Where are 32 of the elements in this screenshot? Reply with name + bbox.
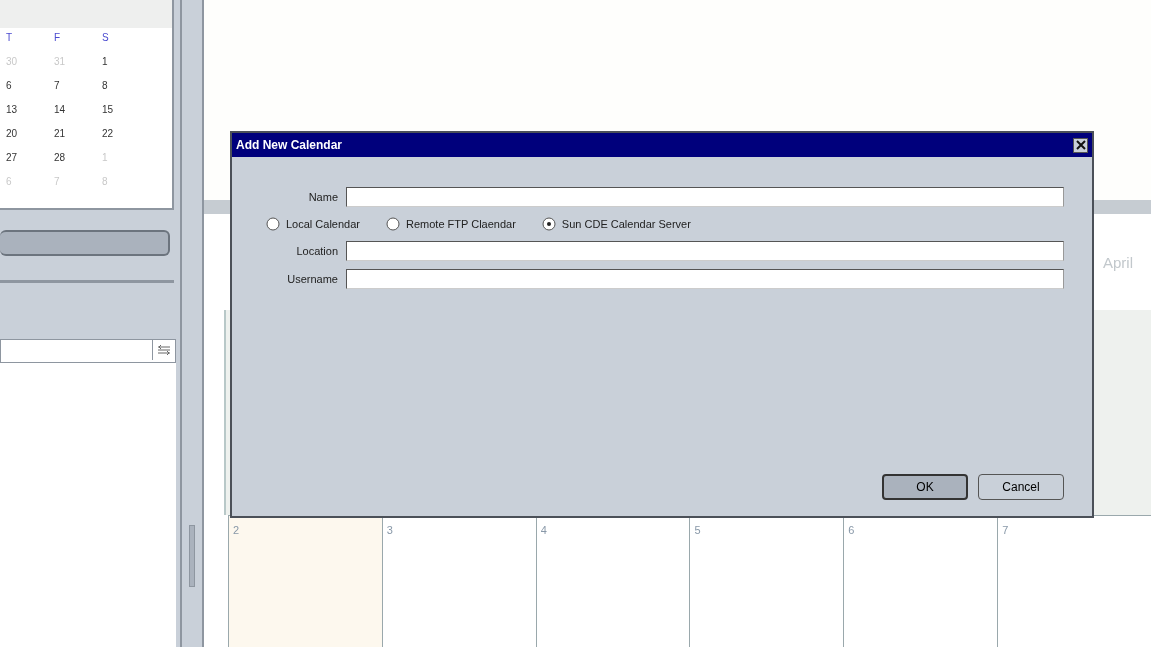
weekday-label: T bbox=[6, 32, 14, 43]
close-button[interactable] bbox=[1073, 137, 1088, 153]
date-cell[interactable]: 15 bbox=[102, 104, 150, 115]
date-cell[interactable]: 14 bbox=[54, 104, 102, 115]
close-icon bbox=[1075, 140, 1086, 150]
date-cell[interactable]: 20 bbox=[6, 128, 54, 139]
date-cell[interactable]: 22 bbox=[102, 128, 150, 139]
date-cell[interactable]: 13 bbox=[6, 104, 54, 115]
weekday-label: S bbox=[102, 32, 110, 43]
date-cell[interactable]: 1 bbox=[102, 56, 150, 67]
location-field[interactable] bbox=[346, 241, 1064, 261]
radio-option[interactable]: Sun CDE Calendar Server bbox=[541, 217, 691, 231]
date-cell[interactable]: 7 bbox=[54, 80, 102, 91]
list-options-icon[interactable] bbox=[157, 344, 171, 356]
name-field[interactable] bbox=[346, 187, 1064, 207]
radio-option[interactable]: Local Calendar bbox=[266, 217, 360, 231]
splitter-grip[interactable] bbox=[189, 525, 195, 587]
date-cell[interactable]: 27 bbox=[6, 152, 54, 163]
dialog-button[interactable]: Cancel bbox=[978, 474, 1064, 500]
dialog-title: Add New Calendar bbox=[236, 138, 343, 152]
field-label: Username bbox=[286, 273, 338, 285]
date-cell[interactable]: 21 bbox=[54, 128, 102, 139]
month-label: April bbox=[1103, 253, 1133, 271]
field-label: Location bbox=[295, 245, 338, 257]
weekday-label: F bbox=[54, 32, 62, 43]
date-cell[interactable]: 6 bbox=[6, 80, 54, 91]
radio-option[interactable]: Remote FTP Claendar bbox=[386, 217, 516, 231]
username-field[interactable] bbox=[346, 269, 1064, 289]
date-cell[interactable]: 8 bbox=[102, 80, 150, 91]
field-label: Name bbox=[307, 191, 338, 203]
dialog-button[interactable]: OK bbox=[882, 474, 968, 500]
date-cell[interactable]: 28 bbox=[54, 152, 102, 163]
